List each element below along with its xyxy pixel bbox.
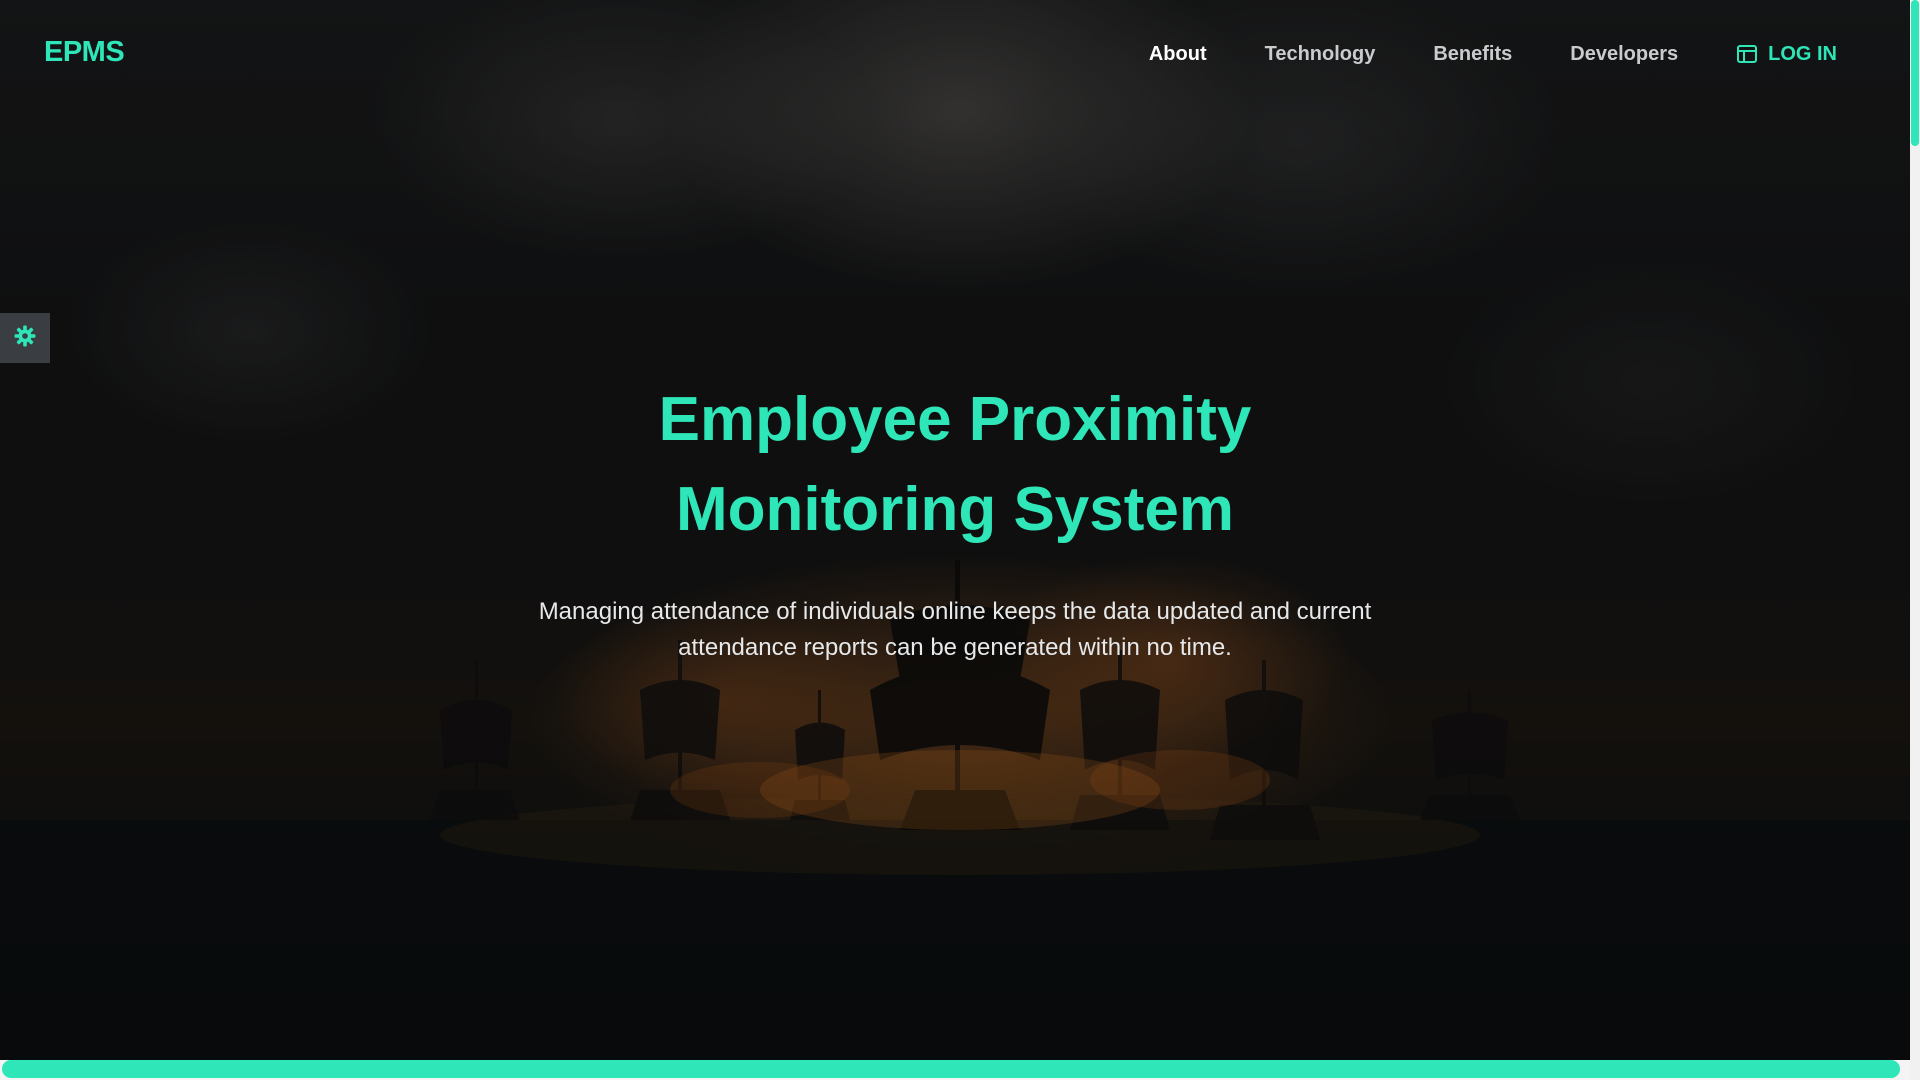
nav-link-benefits[interactable]: Benefits: [1433, 43, 1512, 66]
layout-icon: [1736, 43, 1758, 65]
vertical-scrollbar[interactable]: [1910, 0, 1920, 1080]
hero-title: Employee Proximity Monitoring System: [0, 375, 1910, 555]
nav-link-technology[interactable]: Technology: [1265, 43, 1376, 66]
gear-icon: [13, 324, 37, 353]
settings-toggle-button[interactable]: [0, 313, 50, 363]
hero-title-line-1: Employee Proximity: [658, 385, 1252, 454]
scrollbar-thumb[interactable]: [1911, 0, 1919, 146]
top-navbar: EPMS About Technology Benefits Developer…: [0, 0, 1910, 108]
login-label: LOG IN: [1768, 42, 1837, 65]
hero-title-line-2: Monitoring System: [675, 475, 1235, 544]
hero-subtitle: Managing attendance of individuals onlin…: [480, 594, 1430, 666]
brand-logo[interactable]: EPMS: [44, 36, 125, 69]
horizontal-scrollbar[interactable]: [0, 1060, 1910, 1080]
hero-subtitle-line-1: Managing attendance of individuals onlin…: [538, 598, 1372, 625]
hero-subtitle-line-2: attendance reports can be generated with…: [678, 634, 1232, 661]
nav-links: About Technology Benefits Developers LOG…: [1149, 0, 1837, 108]
login-button[interactable]: LOG IN: [1736, 43, 1837, 66]
landing-page: EPMS About Technology Benefits Developer…: [0, 0, 1920, 1080]
nav-link-about[interactable]: About: [1149, 43, 1207, 66]
nav-link-developers[interactable]: Developers: [1570, 43, 1678, 66]
horizontal-scrollbar-thumb[interactable]: [2, 1060, 1900, 1078]
